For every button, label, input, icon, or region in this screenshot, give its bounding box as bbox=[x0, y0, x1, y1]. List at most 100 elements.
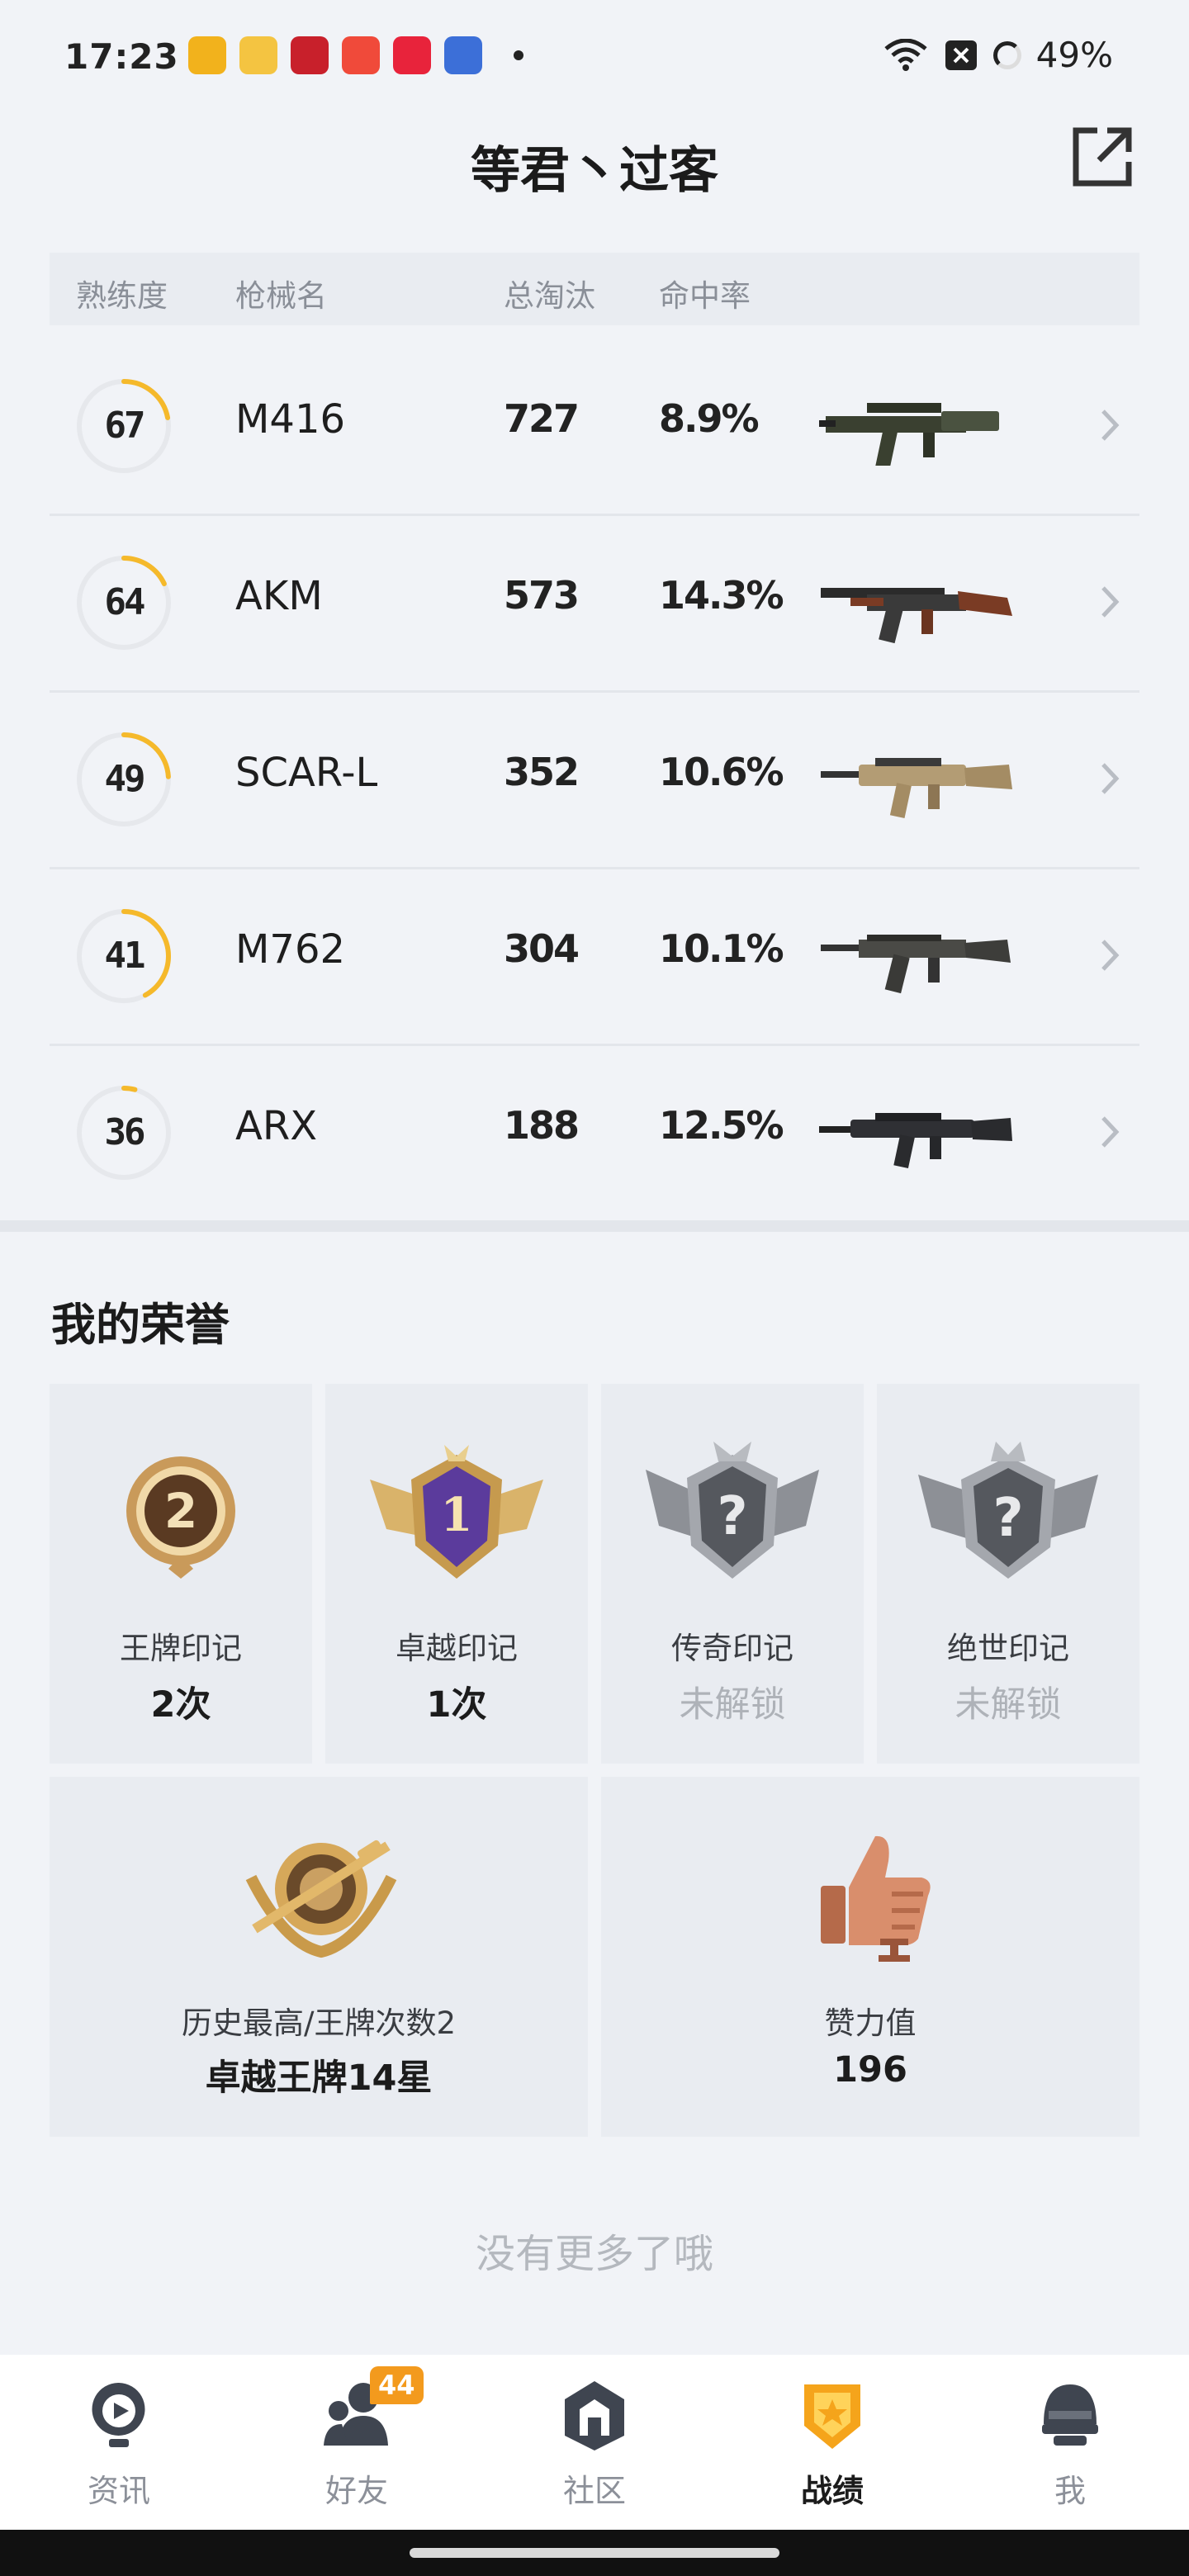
weapon-name: M416 bbox=[235, 396, 346, 443]
m762-rifle-image bbox=[821, 935, 1011, 994]
app-icon-game bbox=[444, 36, 482, 74]
mastery-value: 36 bbox=[104, 1111, 146, 1153]
legend-mark-locked-icon: ? bbox=[646, 1442, 819, 1579]
mark-value: 1次 bbox=[426, 1684, 487, 1726]
weapon-row[interactable]: 49 SCAR-L 352 10.6% bbox=[50, 692, 1139, 869]
nav-label: 好友 bbox=[324, 2473, 388, 2509]
svg-text:2: 2 bbox=[164, 1483, 197, 1539]
nav-community[interactable]: 社区 bbox=[476, 2355, 713, 2530]
elite-mark-badge-icon: 1 bbox=[370, 1445, 543, 1579]
mastery-value: 64 bbox=[104, 581, 146, 623]
col-weapon: 枪械名 bbox=[235, 278, 327, 314]
ace-rank-emblem-icon bbox=[245, 1840, 397, 1958]
weapon-name: ARX bbox=[235, 1103, 318, 1149]
elite-mark-card[interactable]: 1 卓越印记 1次 bbox=[325, 1384, 588, 1764]
app-icon-video bbox=[342, 36, 380, 74]
mastery-ring: 67 bbox=[74, 376, 173, 476]
col-kills: 总淘汰 bbox=[504, 278, 595, 314]
home-indicator[interactable] bbox=[410, 2548, 779, 2558]
m416-rifle-image bbox=[819, 403, 999, 466]
total-kills: 352 bbox=[504, 750, 580, 794]
nav-news[interactable]: 资讯 bbox=[0, 2355, 238, 2530]
best-rank-value: 卓越王牌14星 bbox=[205, 2057, 433, 2099]
hit-rate: 10.6% bbox=[659, 750, 784, 794]
total-kills: 304 bbox=[504, 926, 580, 971]
akm-rifle-image bbox=[821, 588, 1012, 644]
hit-rate: 12.5% bbox=[659, 1103, 784, 1148]
nav-record[interactable]: 战绩 bbox=[713, 2355, 951, 2530]
mark-label: 传奇印记 bbox=[671, 1631, 793, 1666]
more-notifications-dot bbox=[514, 50, 523, 60]
chevron-right-icon bbox=[1101, 1116, 1120, 1148]
status-time: 17:23 bbox=[64, 36, 179, 77]
app-icon-book bbox=[239, 36, 277, 74]
legend-mark-card[interactable]: ? 传奇印记 未解锁 bbox=[601, 1384, 864, 1764]
mastery-value: 41 bbox=[104, 935, 146, 977]
peerless-mark-card[interactable]: ? 绝世印记 未解锁 bbox=[877, 1384, 1139, 1764]
scar-l-rifle-image bbox=[821, 758, 1012, 818]
mark-label: 卓越印记 bbox=[396, 1631, 518, 1666]
chevron-right-icon bbox=[1101, 940, 1120, 971]
notification-icons bbox=[188, 36, 523, 74]
mastery-ring: 64 bbox=[74, 553, 173, 652]
likes-card[interactable]: 赞力值 196 bbox=[601, 1777, 1139, 2137]
svg-text:?: ? bbox=[717, 1486, 747, 1547]
best-rank-label: 历史最高/王牌次数2 bbox=[181, 2005, 456, 2041]
total-kills: 573 bbox=[504, 573, 580, 618]
arx-rifle-image bbox=[819, 1113, 1012, 1169]
mark-label: 王牌印记 bbox=[120, 1631, 242, 1666]
weapon-row[interactable]: 36 ARX 188 12.5% bbox=[50, 1045, 1139, 1223]
section-divider bbox=[0, 1220, 1189, 1232]
mastery-ring: 36 bbox=[74, 1083, 173, 1182]
app-icon-yellow-target bbox=[188, 36, 226, 74]
svg-text:1: 1 bbox=[441, 1488, 473, 1542]
nav-label: 战绩 bbox=[800, 2473, 864, 2509]
status-bar: 17:23 49% bbox=[0, 0, 1189, 107]
honors-title: 我的荣誉 bbox=[51, 1299, 230, 1351]
no-more-text: 没有更多了哦 bbox=[475, 2231, 713, 2277]
mastery-value: 49 bbox=[104, 758, 146, 800]
weapon-row[interactable]: 41 M762 304 10.1% bbox=[50, 869, 1139, 1046]
mark-value: 2次 bbox=[150, 1684, 211, 1726]
chevron-right-icon bbox=[1101, 763, 1120, 794]
community-icon bbox=[565, 2381, 624, 2451]
hit-rate: 8.9% bbox=[659, 396, 760, 441]
chevron-right-icon bbox=[1101, 410, 1120, 441]
mark-value: 未解锁 bbox=[955, 1684, 1062, 1726]
likes-label: 赞力值 bbox=[824, 2005, 917, 2041]
mastery-ring: 49 bbox=[74, 730, 173, 829]
status-right: 49% bbox=[883, 35, 1113, 75]
likes-value: 196 bbox=[833, 2049, 907, 2091]
hit-rate: 14.3% bbox=[659, 573, 784, 618]
page-title: 等君丶过客 bbox=[471, 142, 718, 200]
weapon-name: AKM bbox=[235, 573, 323, 619]
bottom-nav: 资讯 好友 社区 战绩 我 bbox=[0, 2355, 1189, 2530]
wifi-icon bbox=[884, 38, 927, 71]
best-rank-card[interactable]: 历史最高/王牌次数2 卓越王牌14星 bbox=[50, 1777, 588, 2137]
app-icon-music bbox=[393, 36, 431, 74]
svg-text:?: ? bbox=[992, 1488, 1023, 1549]
nav-label: 我 bbox=[1054, 2473, 1086, 2509]
col-accuracy: 命中率 bbox=[659, 278, 751, 314]
weapon-row[interactable]: 64 AKM 573 14.3% bbox=[50, 515, 1139, 693]
col-mastery: 熟练度 bbox=[76, 278, 168, 314]
weapon-name: SCAR-L bbox=[235, 750, 378, 796]
mark-label: 绝世印记 bbox=[947, 1631, 1069, 1666]
total-kills: 727 bbox=[504, 396, 580, 441]
ace-mark-card[interactable]: 2 王牌印记 2次 bbox=[50, 1384, 312, 1764]
friends-badge: 44 bbox=[370, 2366, 424, 2404]
mastery-ring: 41 bbox=[74, 907, 173, 1006]
app-screen: 17:23 49% 等君丶过客 熟练度 枪械名 总淘汰 命中率 67 M416 … bbox=[0, 0, 1189, 2576]
battery-percent: 49% bbox=[1035, 35, 1113, 75]
system-nav-bar bbox=[0, 2530, 1189, 2576]
nav-label: 社区 bbox=[562, 2473, 626, 2509]
nav-profile[interactable]: 我 bbox=[951, 2355, 1189, 2530]
weapon-name: M762 bbox=[235, 926, 346, 973]
weapon-row[interactable]: 67 M416 727 8.9% bbox=[50, 339, 1139, 516]
share-icon[interactable] bbox=[1069, 124, 1135, 190]
mark-value: 未解锁 bbox=[679, 1684, 786, 1726]
sim-disabled-icon bbox=[945, 40, 977, 70]
nav-friends[interactable]: 好友 bbox=[238, 2355, 476, 2530]
battery-icon bbox=[992, 40, 1021, 69]
app-icon-red-bag bbox=[291, 36, 329, 74]
